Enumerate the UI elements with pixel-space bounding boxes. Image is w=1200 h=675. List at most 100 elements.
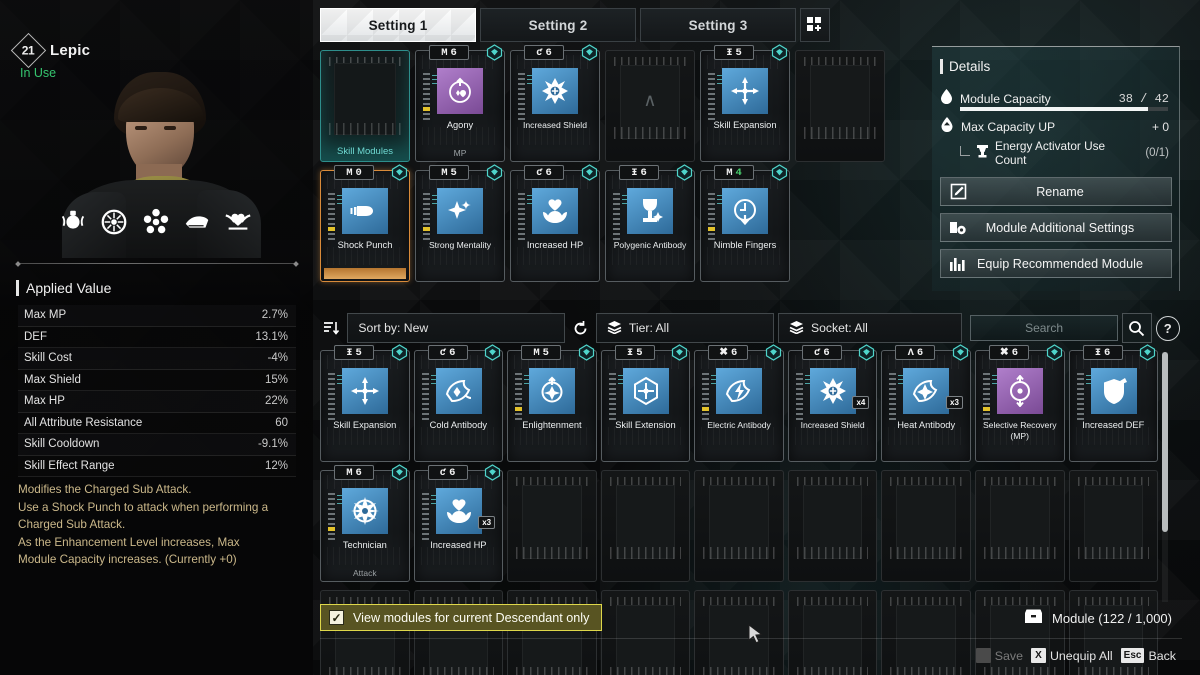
inventory-scrollbar[interactable] (1162, 352, 1168, 602)
winged-heart-icon[interactable] (223, 207, 253, 237)
module-capacity-cost: 4 (735, 166, 742, 179)
key-hint-unequip-all[interactable]: X Unequip All (1030, 648, 1113, 663)
applied-value-title: Applied Value (26, 280, 112, 296)
tab-setting-1[interactable]: Setting 1 (320, 8, 476, 42)
empty-module-slot[interactable] (600, 470, 691, 582)
module-name: Electric Antibody (707, 420, 771, 430)
module-card[interactable]: Electric Antibody ✖ 6 (694, 344, 784, 462)
fist-icon[interactable] (182, 207, 212, 237)
empty-module-slot[interactable]: ∧ (605, 50, 695, 162)
wheel-icon[interactable] (99, 207, 129, 237)
inventory-row-1: Skill Expansion Ɨ 5 Cold Antibody ƈ 6 Enlighte… (320, 344, 1159, 462)
max-capacity-up-label: Max Capacity UP (961, 120, 1056, 134)
module-card[interactable]: Technician Attack Μ 6 (320, 464, 410, 582)
stat-label: Max HP (24, 395, 65, 408)
tier-gem-icon (858, 344, 875, 361)
skill-module-slot[interactable]: Skill Modules (320, 50, 410, 162)
module-card[interactable]: Shock Punch Μ 0 (320, 164, 410, 282)
socket-glyph: ✖ (719, 347, 728, 359)
empty-module-slot[interactable] (787, 470, 878, 582)
descendant-filter-checkbox[interactable]: ✓ View modules for current Descendant on… (320, 604, 603, 631)
module-socket-badge: ƈ6 (524, 165, 564, 180)
tab-setting-2[interactable]: Setting 2 (480, 8, 636, 42)
search-input[interactable]: Search (969, 315, 1119, 341)
empty-module-slot[interactable] (507, 470, 597, 582)
stat-value: -4% (267, 352, 288, 365)
module-name: Skill Extension (615, 420, 676, 430)
module-additional-settings-button[interactable]: Module Additional Settings (940, 213, 1172, 242)
module-card[interactable]: Selective Recovery (MP) ✖ 6 (974, 344, 1065, 462)
module-name: Increased Shield (800, 420, 865, 430)
sort-descending-icon[interactable] (320, 312, 343, 344)
socket-glyph: ƈ (814, 346, 821, 359)
empty-module-slot[interactable] (694, 470, 784, 582)
module-card[interactable]: Agony MP Μ 6 (415, 44, 505, 162)
grid-plus-icon[interactable] (800, 8, 830, 42)
module-icon (722, 68, 768, 114)
tab-setting-1-label: Setting 1 (368, 17, 428, 33)
empty-module-slot[interactable] (795, 50, 885, 162)
module-icon (1090, 368, 1137, 414)
empty-module-slot[interactable] (413, 590, 504, 675)
empty-module-slot[interactable] (881, 470, 971, 582)
tier-gem-icon (391, 344, 408, 361)
stat-row: Max MP 2.7% (18, 305, 296, 327)
empty-module-slot[interactable] (974, 470, 1065, 582)
tab-setting-3[interactable]: Setting 3 (640, 8, 796, 42)
help-button[interactable]: ? (1155, 315, 1180, 341)
socket-glyph: Μ (346, 466, 353, 479)
grenade-cluster-icon[interactable] (141, 207, 171, 237)
socket-dropdown[interactable]: Socket: All (777, 313, 962, 343)
module-card[interactable]: Skill Extension Ɨ 5 (600, 344, 691, 462)
module-card[interactable]: Nimble Fingers Μ 4 (700, 164, 790, 282)
module-card[interactable]: x3 Heat Antibody Λ 6 (881, 344, 971, 462)
grenade-icon[interactable] (58, 207, 88, 237)
refresh-icon[interactable] (569, 312, 592, 344)
module-card[interactable]: x3 Increased HP ƈ 6 (413, 464, 504, 582)
stat-label: DEF (24, 330, 47, 343)
empty-module-slot[interactable] (320, 590, 410, 675)
module-icon (342, 488, 388, 534)
module-card[interactable]: Enlightenment Μ 5 (507, 344, 597, 462)
tree-elbow (960, 145, 970, 156)
empty-module-slot[interactable] (881, 590, 971, 675)
module-card[interactable]: Skill Expansion Ɨ 5 (700, 44, 790, 162)
equip-recommended-module-button[interactable]: Equip Recommended Module (940, 249, 1172, 278)
tier-gem-icon (1139, 344, 1156, 361)
module-socket-badge: Μ5 (429, 165, 469, 180)
empty-module-slot[interactable] (694, 590, 784, 675)
module-card[interactable]: Skill Expansion Ɨ 5 (320, 344, 410, 462)
module-socket-badge: Ɨ6 (619, 165, 659, 180)
socket-glyph: Μ (346, 166, 353, 179)
key-hint-save[interactable]: Save (975, 648, 1023, 663)
module-name: Increased Shield (522, 120, 588, 130)
module-capacity-cost: 5 (542, 346, 549, 359)
tier-dropdown[interactable]: Tier: All (595, 313, 774, 343)
module-card[interactable]: Strong Mentality Μ 5 (415, 164, 505, 282)
module-socket-badge: Μ6 (429, 45, 469, 60)
module-card[interactable]: Increased DEF Ɨ 6 (1068, 344, 1159, 462)
module-card[interactable]: Cold Antibody ƈ 6 (413, 344, 504, 462)
sort-dropdown[interactable]: Sort by: New (347, 313, 565, 343)
module-card[interactable]: x4 Increased Shield ƈ 6 (787, 344, 878, 462)
empty-module-slot[interactable] (787, 590, 878, 675)
empty-module-slot[interactable] (600, 590, 691, 675)
stat-label: Max Shield (24, 373, 81, 386)
module-card[interactable]: Increased HP ƈ 6 (510, 164, 600, 282)
empty-module-slot[interactable] (1068, 470, 1159, 582)
checkbox-box[interactable]: ✓ (329, 610, 344, 625)
stat-value: -9.1% (257, 438, 288, 451)
description-line: As the Enhancement Level increases, Max (18, 535, 240, 549)
tier-gem-icon (952, 344, 969, 361)
key-hint-back[interactable]: Esc Back (1120, 648, 1176, 663)
module-card[interactable]: Polygenic Antibody Ɨ 6 (605, 164, 695, 282)
module-icon (622, 368, 669, 414)
checkbox-label: View modules for current Descendant only (353, 610, 590, 625)
empty-module-slot[interactable] (507, 590, 597, 675)
module-capacity-cost: 5 (636, 346, 643, 359)
magnifier-icon[interactable] (1122, 313, 1152, 343)
rename-button[interactable]: Rename (940, 177, 1172, 206)
module-card[interactable]: Increased Shield ƈ 6 (510, 44, 600, 162)
sort-label: Sort by: New (358, 321, 429, 335)
module-icon (996, 368, 1043, 414)
